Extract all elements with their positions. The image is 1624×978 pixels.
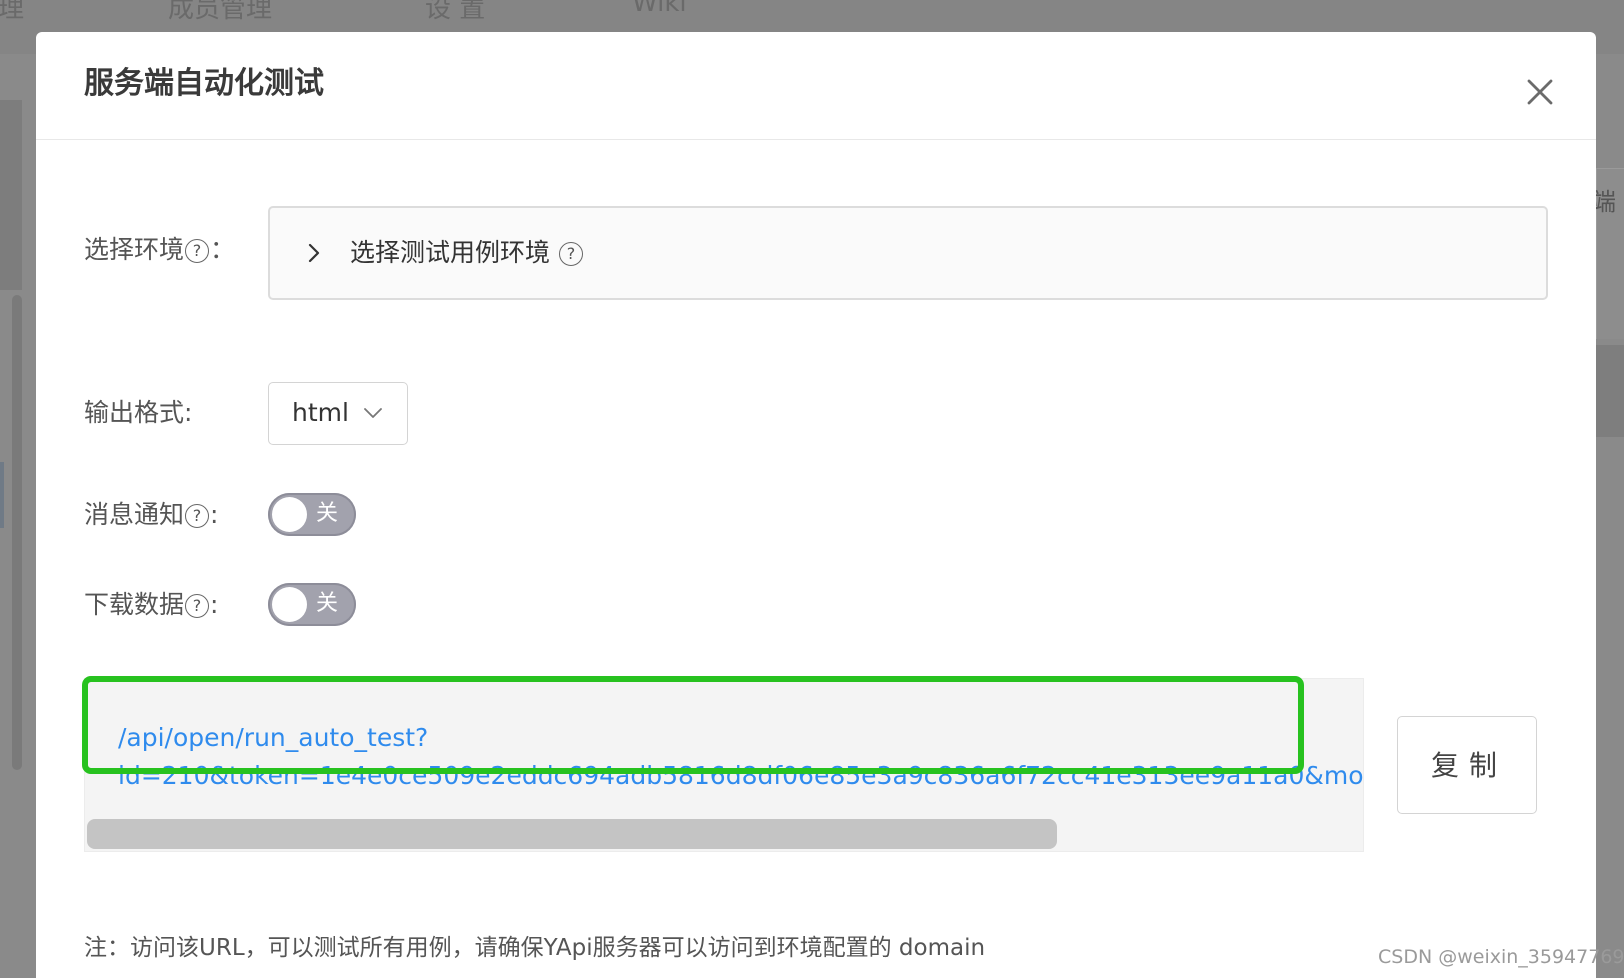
env-label-suffix: ： (210, 235, 236, 264)
format-label: 输出格式: (84, 398, 193, 427)
notify-label-suffix: : (210, 500, 219, 529)
format-select-value: html (292, 398, 349, 427)
close-icon (1527, 79, 1553, 105)
env-collapse-panel[interactable]: 选择测试用例环境 ? (268, 206, 1548, 300)
background-left-panel (0, 100, 22, 290)
chevron-right-icon (308, 243, 320, 263)
background-left-accent (0, 462, 4, 528)
modal-title: 服务端自动化测试 (84, 66, 324, 101)
bg-nav-item: 成员管理 (168, 0, 273, 24)
download-label-suffix: : (210, 590, 219, 619)
url-line-1: /api/open/run_auto_test? (118, 723, 429, 752)
url-code-box[interactable]: /api/open/run_auto_test? id=210&token=1e… (84, 678, 1364, 852)
note-text: 注：访问该URL，可以测试所有用例，请确保YApi服务器可以访问到环境配置的 d… (84, 935, 986, 961)
notify-label: 消息通知?: (84, 498, 218, 532)
horizontal-scrollbar[interactable] (87, 819, 1057, 849)
background-side-block (1596, 345, 1624, 437)
download-label: 下载数据?: (84, 588, 218, 622)
modal-header: 服务端自动化测试 (36, 32, 1596, 140)
test-url-link[interactable]: /api/open/run_auto_test? id=210&token=1e… (118, 719, 1364, 795)
background-scrollbar (12, 295, 22, 770)
copy-button[interactable]: 复制 (1397, 716, 1537, 814)
switch-state-text: 关 (316, 591, 339, 616)
format-select[interactable]: html (268, 382, 408, 445)
help-icon[interactable]: ? (185, 239, 210, 263)
watermark: CSDN @weixin_35947769 (1378, 946, 1624, 968)
env-label-text: 选择环境 (84, 235, 185, 264)
bg-nav-item: 设 置 (425, 0, 486, 24)
bg-nav-item: 理 (0, 0, 25, 24)
chevron-down-icon (364, 408, 382, 418)
download-label-text: 下载数据 (84, 590, 185, 619)
help-icon[interactable]: ? (185, 504, 210, 528)
help-icon[interactable]: ? (558, 242, 583, 266)
switch-knob (272, 497, 307, 532)
notify-switch[interactable]: 关 (268, 493, 356, 536)
download-switch[interactable]: 关 (268, 583, 356, 626)
env-collapse-header: 选择测试用例环境 ? (350, 236, 584, 270)
env-label: 选择环境?： (84, 233, 235, 267)
help-icon[interactable]: ? (185, 594, 210, 618)
close-button[interactable] (1519, 71, 1561, 113)
notify-label-text: 消息通知 (84, 500, 185, 529)
env-placeholder: 选择测试用例环境 (350, 238, 551, 267)
bg-nav-item: Wiki (632, 0, 687, 18)
switch-knob (272, 587, 307, 622)
url-line-2: id=210&token=1e4e0ce509e2eddc694adb5816d… (118, 761, 1364, 790)
switch-state-text: 关 (316, 501, 339, 526)
auto-test-modal: 服务端自动化测试 选择环境?： 选择测试用例环境 ? 输出格式: html 消息… (36, 32, 1596, 978)
